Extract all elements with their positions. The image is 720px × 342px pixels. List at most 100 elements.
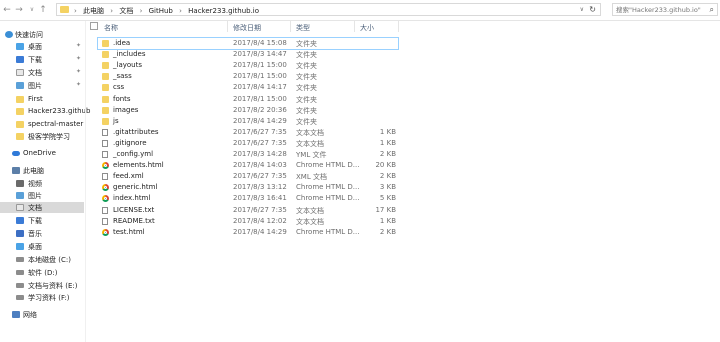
- search-input[interactable]: [616, 5, 704, 14]
- address-bar-row: ← → ∨ ↑ › 此电脑 › 文档 › GitHub › Hacker233.…: [0, 0, 720, 21]
- column-divider[interactable]: [227, 21, 228, 32]
- file-row[interactable]: README.txt 2017/8/4 12:02 文本文档 1 KB: [98, 216, 398, 227]
- file-row[interactable]: .gitattributes 2017/6/27 7:35 文本文档 1 KB: [98, 127, 398, 138]
- sidebar-item-quick-access[interactable]: 快速访问: [0, 29, 84, 40]
- sidebar-item-this-pc[interactable]: 此电脑: [0, 165, 84, 176]
- file-row[interactable]: _layouts 2017/8/1 15:00 文件夹: [98, 60, 398, 71]
- file-size: 5 KB: [379, 194, 396, 203]
- sidebar-item-jikexueyuan[interactable]: 极客学院学习: [0, 131, 84, 142]
- file-row[interactable]: fonts 2017/8/1 15:00 文件夹: [98, 94, 398, 105]
- column-divider[interactable]: [354, 21, 355, 32]
- file-name: _includes: [113, 50, 146, 59]
- breadcrumb-item-github[interactable]: GitHub: [149, 7, 173, 15]
- column-date[interactable]: 修改日期: [233, 23, 261, 33]
- column-name[interactable]: 名称: [104, 23, 118, 33]
- search-box[interactable]: ⌕: [612, 3, 718, 16]
- sidebar-item-label: 桌面: [28, 243, 42, 251]
- file-row[interactable]: index.html 2017/8/3 16:41 Chrome HTML D...…: [98, 193, 398, 204]
- file-row[interactable]: js 2017/8/4 14:29 文件夹: [98, 116, 398, 127]
- file-icon: [102, 139, 108, 147]
- file-row[interactable]: LICENSE.txt 2017/6/27 7:35 文本文档 17 KB: [98, 205, 398, 216]
- file-date: 2017/8/4 14:29: [233, 116, 287, 125]
- column-type[interactable]: 类型: [296, 23, 310, 33]
- sidebar-item-label: 图片: [28, 82, 42, 90]
- file-row[interactable]: _includes 2017/8/3 14:47 文件夹: [98, 49, 398, 60]
- file-date: 2017/6/27 7:35: [233, 138, 287, 147]
- file-icon: [102, 128, 108, 136]
- file-row[interactable]: css 2017/8/4 14:17 文件夹: [98, 82, 398, 93]
- document-icon: [16, 69, 24, 76]
- file-row[interactable]: feed.xml 2017/6/27 7:35 XML 文档 2 KB: [98, 171, 398, 182]
- sidebar-item-downloads-pinned[interactable]: 下载 ✦: [0, 54, 84, 65]
- pin-icon: ✦: [76, 81, 82, 88]
- file-row[interactable]: images 2017/8/2 20:36 文件夹: [98, 105, 398, 116]
- sidebar-item-label: 桌面: [28, 43, 42, 51]
- sidebar-item-documents[interactable]: 文档: [0, 202, 84, 213]
- sidebar-item-network[interactable]: 网络: [0, 309, 84, 320]
- file-type: 文本文档: [296, 206, 324, 215]
- refresh-icon[interactable]: ↻: [589, 5, 596, 14]
- sidebar-item-documents-pinned[interactable]: 文档 ✦: [0, 67, 84, 78]
- folder-icon: [102, 84, 109, 92]
- breadcrumb-separator: ›: [179, 7, 182, 15]
- breadcrumb-item-current[interactable]: Hacker233.github.io: [188, 7, 259, 15]
- file-date: 2017/8/1 15:00: [233, 94, 287, 103]
- file-icon: [102, 151, 108, 158]
- file-name: generic.html: [113, 183, 158, 192]
- forward-arrow-icon[interactable]: →: [14, 4, 24, 16]
- file-type: 文件夹: [296, 51, 317, 60]
- sidebar-item-pictures[interactable]: 图片: [0, 190, 84, 201]
- address-bar[interactable]: › 此电脑 › 文档 › GitHub › Hacker233.github.i…: [56, 3, 601, 16]
- download-icon: [16, 56, 24, 63]
- sidebar-item-drive-e[interactable]: 文档与资料 (E:): [0, 280, 84, 291]
- pane-splitter[interactable]: [85, 21, 86, 342]
- file-row[interactable]: _config.yml 2017/8/3 14:28 YML 文件 2 KB: [98, 149, 398, 160]
- file-date: 2017/8/4 14:29: [233, 227, 287, 236]
- file-row[interactable]: test.html 2017/8/4 14:29 Chrome HTML D... 2…: [98, 227, 398, 238]
- folder-icon: [16, 96, 24, 103]
- sidebar-item-videos[interactable]: 视频: [0, 178, 84, 189]
- file-date: 2017/8/4 14:17: [233, 83, 287, 92]
- network-icon: [12, 311, 20, 318]
- file-row[interactable]: .gitignore 2017/6/27 7:35 文本文档 1 KB: [98, 138, 398, 149]
- file-row[interactable]: elements.html 2017/8/4 14:03 Chrome HTML D…: [98, 160, 398, 171]
- file-type: 文件夹: [296, 117, 317, 126]
- sidebar-item-label: 学习资料 (F:): [28, 294, 70, 302]
- file-name: elements.html: [113, 161, 164, 170]
- column-divider[interactable]: [290, 21, 291, 32]
- picture-icon: [16, 82, 24, 89]
- sidebar-item-pictures-pinned[interactable]: 图片 ✦: [0, 80, 84, 91]
- sidebar-item-desktop[interactable]: 桌面: [0, 241, 84, 252]
- column-divider[interactable]: [398, 21, 399, 32]
- sidebar-item-drive-c[interactable]: 本地磁盘 (C:): [0, 254, 84, 265]
- file-name: index.html: [113, 194, 151, 203]
- breadcrumb-item-this-pc[interactable]: 此电脑: [83, 7, 104, 15]
- sidebar-item-spectral-master[interactable]: spectral-master: [0, 119, 84, 130]
- file-date: 2017/8/3 16:41: [233, 194, 287, 203]
- sidebar-item-hacker233[interactable]: Hacker233.github: [0, 106, 90, 117]
- chevron-down-icon[interactable]: ∨: [580, 6, 584, 13]
- breadcrumb-separator: ›: [139, 7, 143, 15]
- sidebar-item-drive-f[interactable]: 学习资料 (F:): [0, 292, 84, 303]
- sidebar-item-first[interactable]: First: [0, 94, 84, 105]
- file-row[interactable]: .idea 2017/8/4 15:08 文件夹: [97, 37, 399, 50]
- breadcrumb-item-documents[interactable]: 文档: [119, 7, 133, 15]
- column-size[interactable]: 大小: [360, 23, 374, 33]
- file-row[interactable]: generic.html 2017/8/3 13:12 Chrome HTML D.…: [98, 182, 398, 193]
- back-arrow-icon[interactable]: ←: [2, 4, 12, 16]
- sidebar-item-desktop-pinned[interactable]: 桌面 ✦: [0, 41, 84, 52]
- file-date: 2017/8/3 13:12: [233, 183, 287, 192]
- up-arrow-icon[interactable]: ↑: [38, 4, 48, 16]
- sidebar-item-drive-d[interactable]: 软件 (D:): [0, 267, 84, 278]
- file-date: 2017/8/4 12:02: [233, 216, 287, 225]
- chrome-icon: [102, 195, 109, 203]
- file-row[interactable]: _sass 2017/8/1 15:00 文件夹: [98, 71, 398, 82]
- folder-icon: [102, 117, 109, 125]
- file-size: 17 KB: [375, 205, 396, 214]
- folder-icon: [102, 51, 109, 59]
- sidebar-item-onedrive[interactable]: OneDrive: [0, 148, 84, 159]
- sidebar-item-downloads[interactable]: 下载: [0, 215, 84, 226]
- select-all-checkbox[interactable]: [90, 22, 98, 30]
- recent-locations-chevron-icon[interactable]: ∨: [27, 4, 37, 16]
- sidebar-item-music[interactable]: 音乐: [0, 228, 84, 239]
